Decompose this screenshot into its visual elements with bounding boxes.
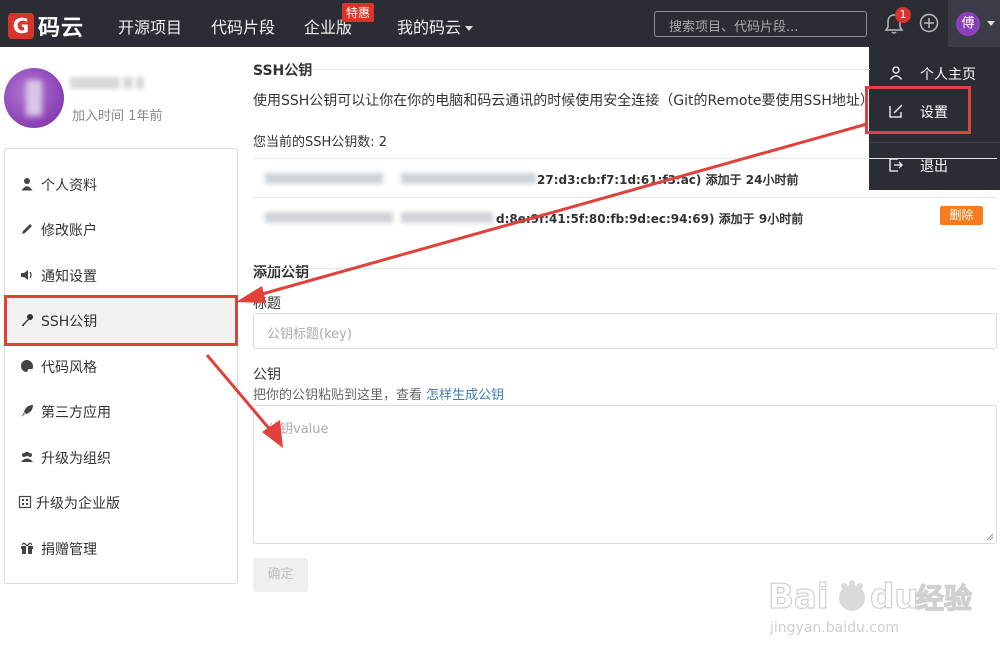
svg-text:Bai: Bai [768,578,829,617]
annotation-arrow-line [205,354,274,433]
svg-text:经验: 经验 [916,582,972,615]
watermark-url: jingyan.baidu.com [770,620,900,636]
annotation-arrowhead [236,286,266,303]
annotation-arrow-line [254,122,868,298]
annotation-arrows [205,122,868,448]
baidu-watermark-logo: Bai du 经验 [767,578,972,618]
svg-text:du: du [870,578,919,617]
